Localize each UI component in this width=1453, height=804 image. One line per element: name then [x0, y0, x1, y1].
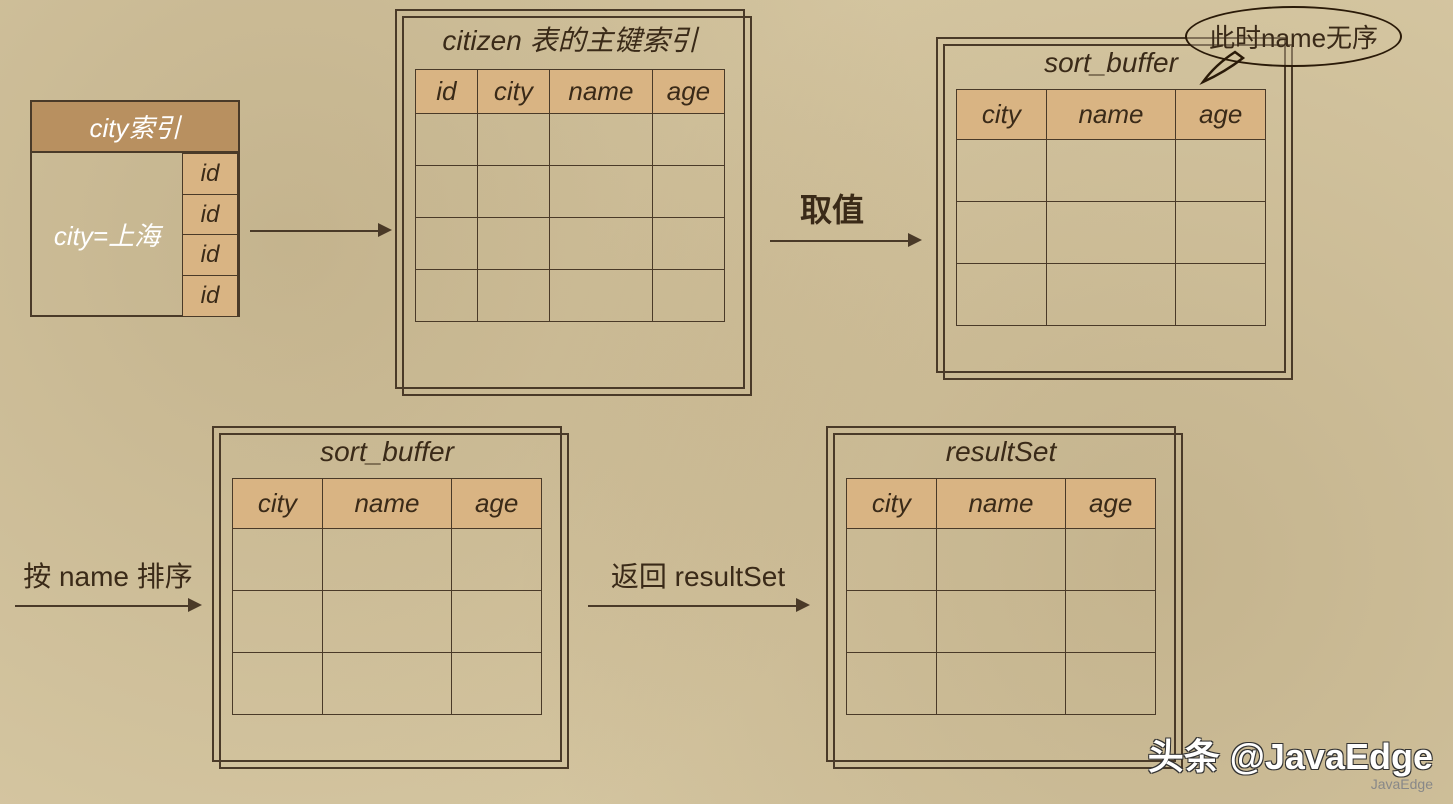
city-index-id: id: [182, 234, 238, 276]
watermark-main: 头条 @JavaEdge: [1148, 728, 1433, 780]
sort-buffer-2-table: city name age: [232, 478, 542, 715]
speech-bubble: 此时name无序: [1185, 6, 1402, 67]
col-city: city: [233, 479, 323, 529]
sort-buffer-2-title: sort_buffer: [214, 428, 560, 478]
col-age: age: [452, 479, 542, 529]
primary-index-title: citizen 表的主键索引: [397, 11, 743, 69]
col-name: name: [936, 479, 1066, 529]
primary-index-box: citizen 表的主键索引 id city name age: [395, 9, 745, 389]
city-index-title: city索引: [32, 102, 238, 153]
col-city: city: [477, 70, 549, 114]
city-index-id-list: id id id id: [182, 153, 238, 315]
col-age: age: [1176, 90, 1266, 140]
resultset-box: resultSet city name age: [826, 426, 1176, 762]
arrow-sort-label: 按 name 排序: [18, 555, 198, 595]
city-index-id: id: [182, 153, 238, 195]
resultset-table: city name age: [846, 478, 1156, 715]
arrow-return: [588, 605, 798, 607]
col-id: id: [416, 70, 478, 114]
col-name: name: [549, 70, 652, 114]
city-index-id: id: [182, 275, 238, 317]
col-age: age: [652, 70, 724, 114]
col-city: city: [957, 90, 1047, 140]
resultset-title: resultSet: [828, 428, 1174, 478]
city-index-condition: city=上海: [32, 153, 182, 315]
arrow-get-value: [770, 240, 910, 242]
arrow-to-primary: [250, 230, 380, 232]
arrow-sort: [15, 605, 190, 607]
arrow-get-value-head: [908, 233, 922, 247]
col-name: name: [322, 479, 452, 529]
speech-tail-icon: [1195, 50, 1255, 90]
arrow-return-label: 返回 resultSet: [588, 555, 808, 595]
sort-buffer-2-box: sort_buffer city name age: [212, 426, 562, 762]
col-age: age: [1066, 479, 1156, 529]
arrow-sort-head: [188, 598, 202, 612]
city-index-box: city索引 city=上海 id id id id: [30, 100, 240, 317]
primary-index-table: id city name age: [415, 69, 725, 322]
arrow-return-head: [796, 598, 810, 612]
arrow-get-value-label: 取值: [800, 185, 864, 231]
watermark: 头条 @JavaEdge JavaEdge: [1148, 728, 1433, 792]
sort-buffer-1-table: city name age: [956, 89, 1266, 326]
col-name: name: [1046, 90, 1176, 140]
col-city: city: [847, 479, 937, 529]
city-index-id: id: [182, 194, 238, 236]
arrow-to-primary-head: [378, 223, 392, 237]
